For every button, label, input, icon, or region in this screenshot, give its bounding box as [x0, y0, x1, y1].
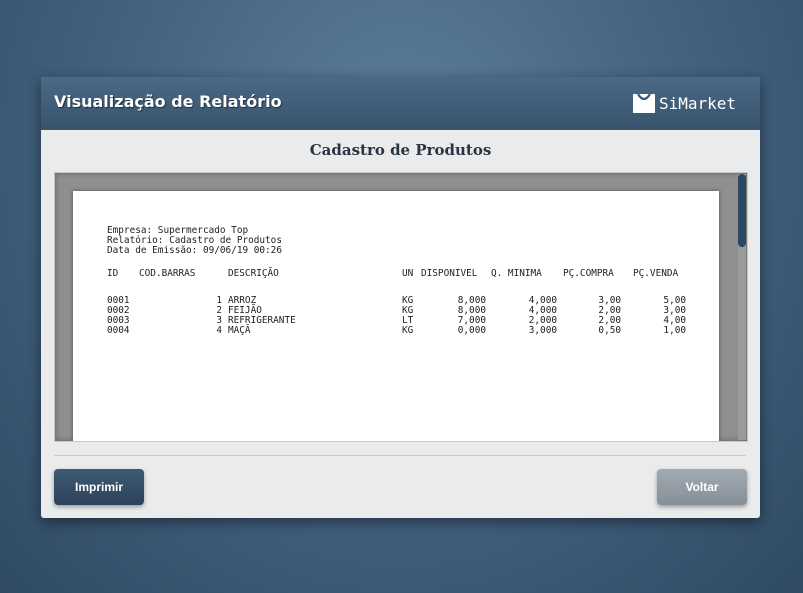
col-header-sell-price: PÇ.VENDA	[633, 268, 679, 279]
scroll-thumb[interactable]	[738, 174, 746, 247]
report-viewer[interactable]: Empresa: Supermercado Top Relatório: Cad…	[54, 172, 748, 442]
back-button[interactable]: Voltar	[657, 469, 747, 505]
col-header-description: DESCRIÇÃO	[228, 268, 279, 279]
report-page: Empresa: Supermercado Top Relatório: Cad…	[73, 191, 719, 441]
col-header-id: ID	[107, 268, 119, 279]
report-heading: Cadastro de Produtos	[309, 141, 492, 159]
brand-name: SiMarket	[658, 93, 736, 113]
shopping-bag-icon	[632, 93, 655, 113]
report-window: Visualização de Relatório SiMarket Cadas…	[41, 77, 760, 518]
brand-logo: SiMarket	[632, 92, 736, 114]
col-header-min-qty: Q. MINIMA	[491, 268, 542, 279]
cell-min-qty: 3,000	[528, 325, 557, 336]
cell-buy-price: 0,50	[598, 325, 621, 336]
cell-barcode: 4	[216, 325, 222, 336]
print-button[interactable]: Imprimir	[54, 469, 144, 505]
cell-sell-price: 1,00	[663, 325, 686, 336]
window-title: Visualização de Relatório	[54, 92, 282, 111]
cell-unit: KG	[402, 325, 414, 336]
emission-date-line: Data de Emissão: 09/06/19 00:26	[107, 245, 282, 256]
divider	[54, 455, 746, 456]
col-header-barcode: COD.BARRAS	[139, 268, 196, 279]
col-header-buy-price: PÇ.COMPRA	[563, 268, 614, 279]
col-header-available: DISPONIVEL	[421, 268, 478, 279]
title-bar: Visualização de Relatório SiMarket	[41, 77, 760, 130]
col-header-unit: UN	[402, 268, 414, 279]
cell-available: 0,000	[457, 325, 486, 336]
cell-description: MAÇÃ	[228, 325, 251, 336]
vertical-scrollbar[interactable]	[738, 174, 746, 440]
cell-id: 0004	[107, 325, 130, 336]
